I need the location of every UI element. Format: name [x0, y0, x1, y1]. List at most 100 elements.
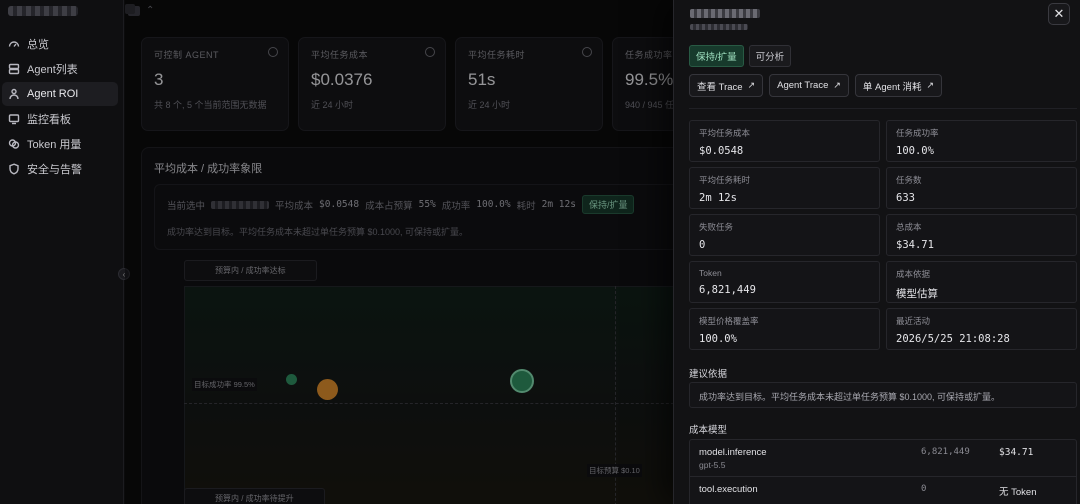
agent-name-redacted — [690, 9, 760, 18]
cost-item-name: tool.execution — [699, 484, 758, 495]
cost-item-amount: 无 Token — [999, 487, 1037, 498]
cost-item-amount: $34.71 — [999, 447, 1034, 458]
sidebar-item-label: 安全与告警 — [27, 164, 82, 176]
metric-price-coverage: 模型价格覆盖率 100.0% — [689, 308, 880, 350]
metric-success-rate: 任务成功率 100.0% — [886, 120, 1077, 162]
recommendation-note: 成功率达到目标。平均任务成本未超过单任务预算 $0.1000, 可保持或扩量。 — [167, 227, 469, 237]
metric-value: 2026/5/25 21:08:28 — [896, 333, 1010, 345]
recommendation-badge: 保持/扩量 — [689, 45, 744, 67]
dollar-icon — [425, 47, 435, 57]
metric-failed-tasks: 失败任务 0 — [689, 214, 880, 256]
recommendation-badge: 保持/扩量 — [581, 195, 635, 214]
divider — [690, 476, 1076, 477]
metric-cost-basis: 成本依据 模型估算 — [886, 261, 1077, 303]
sidebar-toggle-icon[interactable] — [125, 4, 135, 14]
metric-key: 任务数 — [896, 175, 922, 185]
sidebar-item-label: 总览 — [27, 39, 49, 51]
sidebar-item-token-usage[interactable]: Token 用量 — [2, 132, 118, 156]
quadrant-label-bottom-left: 预算内 / 成功率待提升 — [184, 488, 325, 504]
metric-value: 0 — [699, 239, 706, 251]
duration-label: 耗时 — [516, 200, 536, 212]
stat-label: 平均任务成本 — [311, 50, 369, 60]
stat-value: 51s — [468, 70, 496, 89]
button-label: 单 Agent 消耗 — [862, 81, 922, 93]
agent-detail-drawer: ✕ 保持/扩量 可分析 查看 Trace ↗ Agent Trace ↗ 单 Age… — [673, 0, 1080, 504]
analyzable-badge: 可分析 — [748, 45, 792, 67]
metric-value: 100.0% — [699, 333, 737, 345]
metric-value: 模型估算 — [896, 288, 938, 300]
stat-sub: 近 24 小时 — [311, 100, 354, 110]
sidebar-nav: 总览 Agent列表 Agent ROI 监控看板 Token 用量 安全与告警 — [2, 32, 118, 182]
sidebar-item-security[interactable]: 安全与告警 — [2, 157, 118, 181]
monitor-icon — [8, 114, 20, 125]
agent-bubble-selected[interactable] — [510, 369, 534, 393]
metric-token: Token 6,821,449 — [689, 261, 880, 303]
metric-total-cost: 总成本 $34.71 — [886, 214, 1077, 256]
sidebar-item-label: 监控看板 — [27, 114, 71, 126]
stat-value: $0.0376 — [311, 70, 373, 89]
metric-key: Token — [699, 268, 722, 278]
close-icon: ✕ — [1053, 6, 1065, 21]
stat-label: 平均任务耗时 — [468, 50, 526, 60]
sidebar-item-agent-list[interactable]: Agent列表 — [2, 57, 118, 81]
agent-id-redacted — [690, 24, 748, 30]
target-success-line — [184, 403, 704, 404]
coins-icon — [8, 139, 20, 149]
view-trace-button[interactable]: 查看 Trace ↗ — [689, 74, 764, 97]
stat-sub: 近 24 小时 — [468, 100, 511, 110]
sidebar-item-overview[interactable]: 总览 — [2, 32, 118, 56]
list-icon — [8, 63, 20, 75]
advice-title: 建议依据 — [689, 369, 728, 380]
avg-cost-value: $0.0548 — [319, 199, 360, 210]
metric-value: 2m 12s — [699, 192, 737, 204]
button-label: Agent Trace — [777, 80, 829, 91]
cost-item-tokens: 0 — [921, 484, 927, 494]
cost-success-quadrant-panel: 平均成本 / 成功率象限 当前选中 平均成本 $0.0548 成本占预算 55%… — [141, 147, 704, 504]
cost-item-tokens: 6,821,449 — [921, 447, 970, 457]
advice-text: 成功率达到目标。平均任务成本未超过单任务预算 $0.1000, 可保持或扩量。 — [689, 382, 1077, 408]
shield-icon — [9, 163, 19, 175]
sidebar-item-label: Token 用量 — [27, 139, 82, 151]
stat-card-controllable-agents: 可控制 AGENT 3 共 8 个, 5 个当前范围无数据 — [141, 37, 289, 131]
metric-key: 任务成功率 — [896, 128, 939, 138]
single-agent-consumption-button[interactable]: 单 Agent 消耗 ↗ — [854, 74, 943, 97]
stat-sub: 共 8 个, 5 个当前范围无数据 — [154, 100, 267, 110]
drawer-tags: 保持/扩量 可分析 — [689, 45, 792, 67]
metric-value: 100.0% — [896, 145, 934, 157]
metric-key: 模型价格覆盖率 — [699, 316, 759, 326]
sidebar-item-agent-roi[interactable]: Agent ROI — [2, 82, 118, 106]
gauge-icon — [268, 47, 278, 57]
metric-avg-task-cost: 平均任务成本 $0.0548 — [689, 120, 880, 162]
metric-key: 平均任务成本 — [699, 128, 751, 138]
cost-item-name: model.inference — [699, 447, 767, 458]
metric-avg-duration: 平均任务耗时 2m 12s — [689, 167, 880, 209]
agent-trace-button[interactable]: Agent Trace ↗ — [769, 74, 849, 97]
sidebar-item-monitor[interactable]: 监控看板 — [2, 107, 118, 131]
metric-value: 633 — [896, 192, 915, 204]
metric-value: $34.71 — [896, 239, 934, 251]
agent-bubble[interactable] — [286, 374, 297, 385]
sidebar: ⌃ 总览 Agent列表 Agent ROI 监控看板 Token 用量 安全与… — [0, 0, 154, 504]
external-arrow-icon: ↗ — [747, 80, 756, 90]
metric-last-activity: 最近活动 2026/5/25 21:08:28 — [886, 308, 1077, 350]
metric-key: 最近活动 — [896, 316, 931, 326]
cost-model-table: model.inference gpt-5.5 6,821,449 $34.71… — [689, 439, 1077, 504]
agent-bubble[interactable] — [317, 379, 338, 400]
divider — [689, 108, 1077, 109]
external-arrow-icon: ↗ — [833, 80, 841, 90]
budget-ratio-label: 成本占预算 — [365, 200, 413, 212]
selected-agent-summary: 当前选中 平均成本 $0.0548 成本占预算 55% 成功率 100.0% 耗… — [154, 184, 699, 250]
close-button[interactable]: ✕ — [1048, 3, 1070, 25]
person-icon — [9, 88, 19, 100]
quadrant-plot: 预算内 / 成功率达标 目标成功率 99.5% 目标预算 $0.10 预算内 /… — [154, 258, 704, 504]
workspace-name-redacted — [8, 5, 78, 16]
cost-item-model: gpt-5.5 — [699, 460, 726, 470]
stat-card-avg-task-cost: 平均任务成本 $0.0376 近 24 小时 — [298, 37, 446, 131]
button-label: 查看 Trace — [697, 81, 743, 93]
external-arrow-icon: ↗ — [926, 80, 935, 90]
success-label: 成功率 — [441, 200, 471, 212]
avg-cost-label: 平均成本 — [275, 200, 314, 212]
budget-ratio-value: 55% — [418, 199, 436, 210]
stat-card-avg-task-duration: 平均任务耗时 51s 近 24 小时 — [455, 37, 603, 131]
metric-key: 总成本 — [896, 222, 922, 232]
